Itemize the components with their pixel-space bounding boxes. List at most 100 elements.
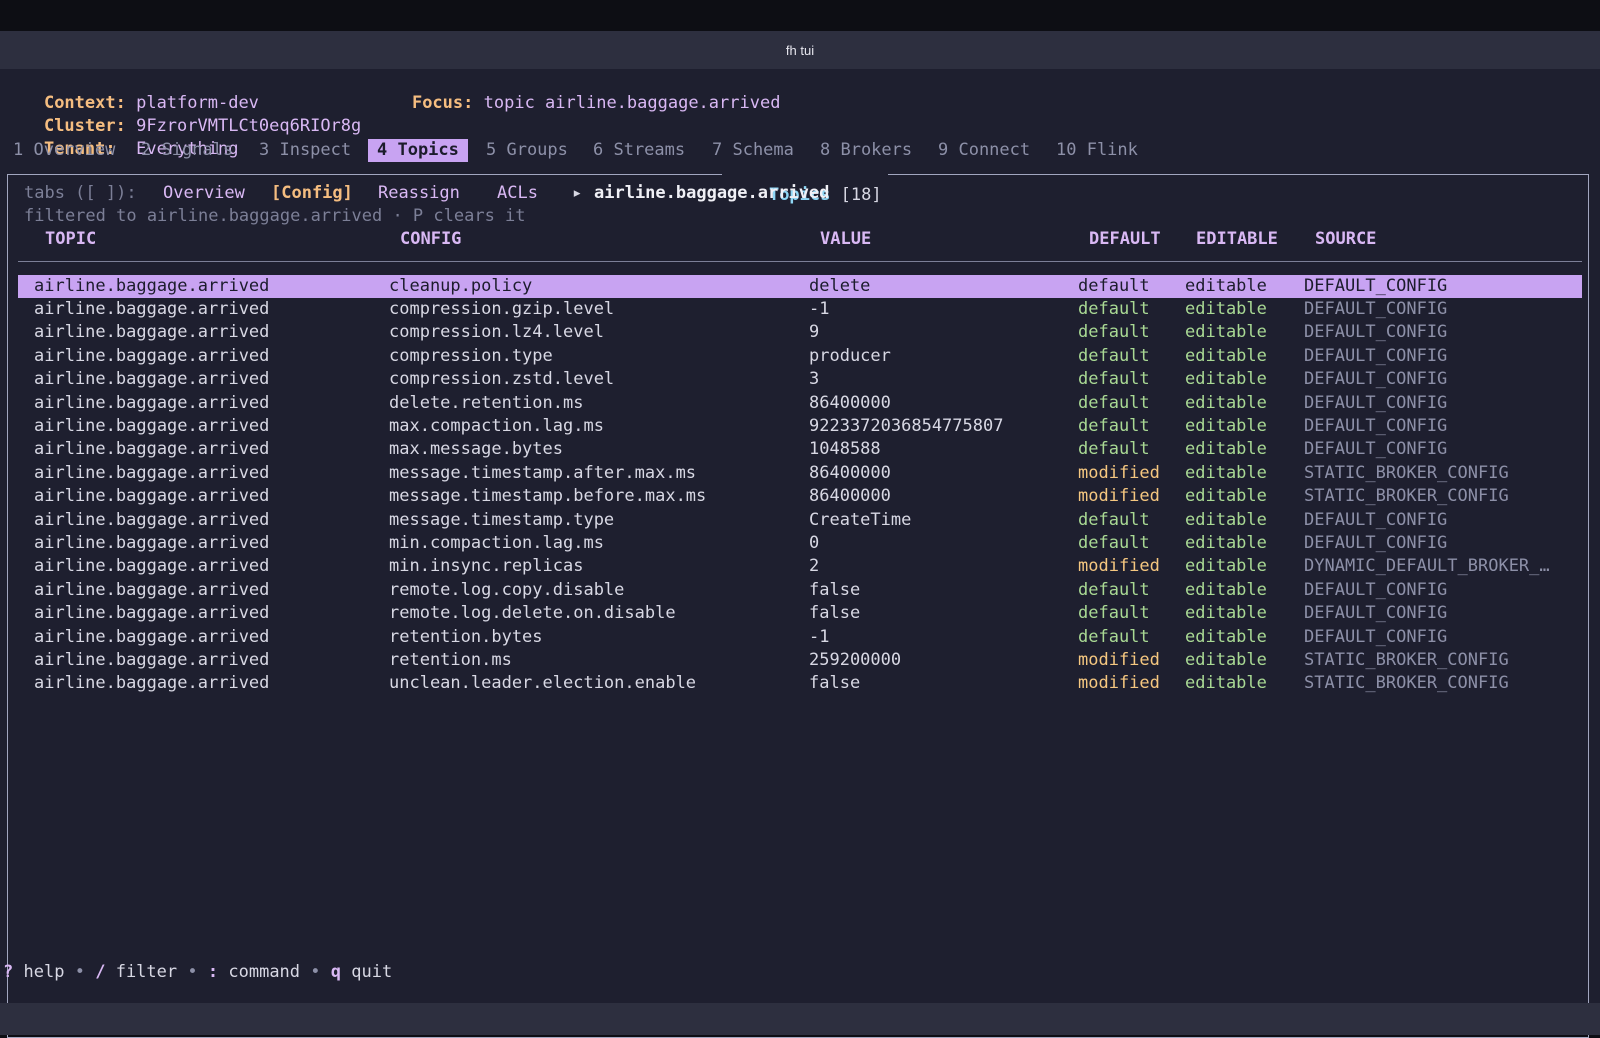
cell-topic: airline.baggage.arrived [34,392,270,413]
cell-source: STATIC_BROKER_CONFIG [1304,673,1509,694]
table-row[interactable]: airline.baggage.arrived max.compaction.la… [18,415,1582,438]
col-header-default: DEFAULT [1089,229,1161,249]
cell-config: max.message.bytes [389,439,563,460]
cell-value: CreateTime [809,509,912,530]
subtab-acls[interactable]: ACLs [497,182,538,205]
window-title: fh tui [785,42,815,58]
table-row[interactable]: airline.baggage.arrived retention.ms 25920… [18,649,1582,672]
cell-topic: airline.baggage.arrived [34,439,270,460]
tab-topics[interactable]: 4 Topics [368,139,468,163]
table-row[interactable]: airline.baggage.arrived delete.retention.… [18,392,1582,415]
cell-config: compression.zstd.level [389,369,615,390]
cell-topic: airline.baggage.arrived [34,275,270,296]
table-row[interactable]: airline.baggage.arrived compression.type p… [18,345,1582,368]
col-header-config: CONFIG [400,229,462,249]
cell-source: DEFAULT_CONFIG [1304,322,1448,343]
breadcrumb-arrow-icon: ▸ [572,183,583,203]
tab-streams[interactable]: 6 Streams [593,139,685,162]
cell-value: -1 [809,626,830,647]
terminal: Context: platform-dev Focus: topic airli… [0,69,1600,1038]
cell-source: DEFAULT_CONFIG [1304,439,1448,460]
table-row[interactable]: airline.baggage.arrived compression.lz4.l… [18,321,1582,344]
cell-default: default [1078,392,1150,413]
cell-topic: airline.baggage.arrived [34,415,270,436]
filter-note: filtered to airline.baggage.arrived · P … [24,206,526,226]
tab-connect[interactable]: 9 Connect [938,139,1030,162]
cell-source: DEFAULT_CONFIG [1304,275,1448,296]
quit-key[interactable]: q [331,962,341,982]
header-divider [18,261,1582,262]
table-row[interactable]: airline.baggage.arrived max.message.bytes… [18,438,1582,461]
cell-default: default [1078,298,1150,319]
tab-groups[interactable]: 5 Groups [486,139,568,162]
cluster-line: Cluster: 9FzrorVMTLCt0eq6RIOr8g [3,92,361,136]
cell-editable: editable [1185,392,1267,413]
cell-config: cleanup.policy [389,275,533,296]
tab-inspect[interactable]: 3 Inspect [259,139,351,162]
cell-config: compression.gzip.level [389,298,615,319]
help-label: help [23,962,65,982]
table-row[interactable]: airline.baggage.arrived message.timestamp… [18,462,1582,485]
cell-source: STATIC_BROKER_CONFIG [1304,649,1509,670]
table-row[interactable]: airline.baggage.arrived remote.log.copy.d… [18,579,1582,602]
cell-default: default [1078,345,1150,366]
tab-brokers[interactable]: 8 Brokers [820,139,912,162]
tab-flink[interactable]: 10 Flink [1056,139,1138,162]
subtab-config[interactable]: [Config] [271,182,353,205]
table-row[interactable]: airline.baggage.arrived unclean.leader.el… [18,672,1582,695]
cell-editable: editable [1185,532,1267,553]
command-key[interactable]: : [208,962,218,982]
keybinding-footer: ? help • / filter • : command • q quit [3,961,392,984]
table-row[interactable]: airline.baggage.arrived retention.bytes -1… [18,626,1582,649]
cell-default: default [1078,369,1150,390]
cell-config: min.compaction.lag.ms [389,532,604,553]
cell-editable: editable [1185,369,1267,390]
focus-label: Focus: [411,93,474,114]
table-row[interactable]: airline.baggage.arrived cleanup.policy del… [18,274,1582,298]
cell-config: message.timestamp.before.max.ms [389,486,707,507]
cell-source: DEFAULT_CONFIG [1304,509,1448,530]
cell-value: 2 [809,556,820,577]
col-header-value: VALUE [820,229,872,249]
table-row[interactable]: airline.baggage.arrived compression.gzip.… [18,298,1582,321]
cell-source: DEFAULT_CONFIG [1304,392,1448,413]
cell-source: DEFAULT_CONFIG [1304,369,1448,390]
subtab-overview[interactable]: Overview [163,182,245,205]
table-row[interactable]: airline.baggage.arrived remote.log.delete… [18,602,1582,625]
cell-source: DYNAMIC_DEFAULT_BROKER_… [1304,556,1550,577]
table-row[interactable]: airline.baggage.arrived message.timestamp… [18,509,1582,532]
filter-key[interactable]: / [95,962,105,982]
cell-topic: airline.baggage.arrived [34,345,270,366]
cell-editable: editable [1185,298,1267,319]
col-header-topic: TOPIC [45,229,97,249]
cell-value: 1048588 [809,439,881,460]
footer-separator: • [74,962,85,982]
cell-source: DEFAULT_CONFIG [1304,603,1448,624]
cell-topic: airline.baggage.arrived [34,322,270,343]
cell-topic: airline.baggage.arrived [34,556,270,577]
cell-topic: airline.baggage.arrived [34,462,270,483]
table-row[interactable]: airline.baggage.arrived message.timestamp… [18,485,1582,508]
cell-value: false [809,579,861,600]
cell-source: STATIC_BROKER_CONFIG [1304,462,1509,483]
cell-default: default [1078,439,1150,460]
subtab-reassign[interactable]: Reassign [378,182,460,205]
cell-topic: airline.baggage.arrived [34,509,270,530]
cell-config: min.insync.replicas [389,556,584,577]
cell-value: 0 [809,532,820,553]
cell-config: retention.bytes [389,626,543,647]
tab-overview[interactable]: 1 Overview [13,139,115,162]
help-key[interactable]: ? [3,962,13,982]
table-row[interactable]: airline.baggage.arrived compression.zstd.… [18,368,1582,391]
focus-line: Focus: topic airline.baggage.arrived [371,69,780,139]
cell-source: DEFAULT_CONFIG [1304,415,1448,436]
cell-config: retention.ms [389,649,512,670]
cell-value: 9223372036854775807 [809,415,1004,436]
table-row[interactable]: airline.baggage.arrived min.insync.replic… [18,555,1582,578]
tab-signals[interactable]: 2 Signals [141,139,233,162]
cell-editable: editable [1185,415,1267,436]
table-row[interactable]: airline.baggage.arrived min.compaction.la… [18,532,1582,555]
cell-editable: editable [1185,556,1267,577]
cell-editable: editable [1185,345,1267,366]
tab-schema[interactable]: 7 Schema [712,139,794,162]
